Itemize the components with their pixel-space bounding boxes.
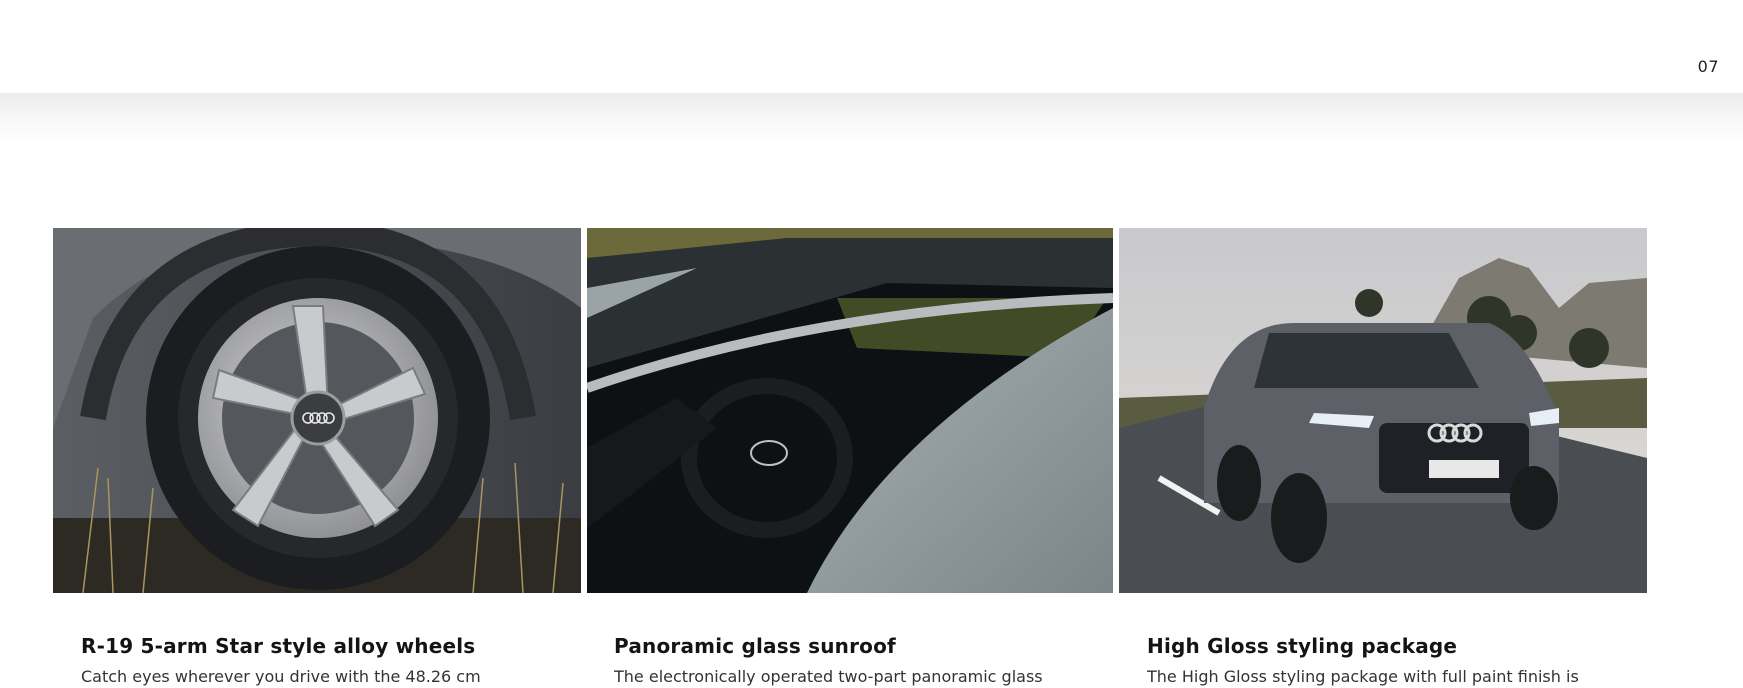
feature-title: High Gloss styling package bbox=[1147, 634, 1458, 658]
feature-caption-sunroof: Panoramic glass sunroof The electronical… bbox=[614, 634, 1094, 688]
feature-caption-high-gloss: High Gloss styling package The High Glos… bbox=[1147, 634, 1627, 688]
feature-description: Catch eyes wherever you drive with the 4… bbox=[81, 667, 481, 686]
feature-caption-alloy-wheels: R-19 5-arm Star style alloy wheels Catch… bbox=[81, 634, 561, 688]
feature-title: Panoramic glass sunroof bbox=[614, 634, 896, 658]
feature-description: The High Gloss styling package with full… bbox=[1147, 667, 1579, 686]
panoramic-sunroof-photo bbox=[587, 228, 1113, 593]
feature-description: The electronically operated two-part pan… bbox=[614, 667, 1043, 686]
audi-q7-front-photo bbox=[1119, 228, 1647, 593]
alloy-wheel-photo bbox=[53, 228, 581, 593]
page-number: 07 bbox=[1697, 57, 1719, 76]
page-header: 07 bbox=[0, 0, 1743, 93]
header-shadow-band bbox=[0, 93, 1743, 143]
feature-title: R-19 5-arm Star style alloy wheels bbox=[81, 634, 476, 658]
